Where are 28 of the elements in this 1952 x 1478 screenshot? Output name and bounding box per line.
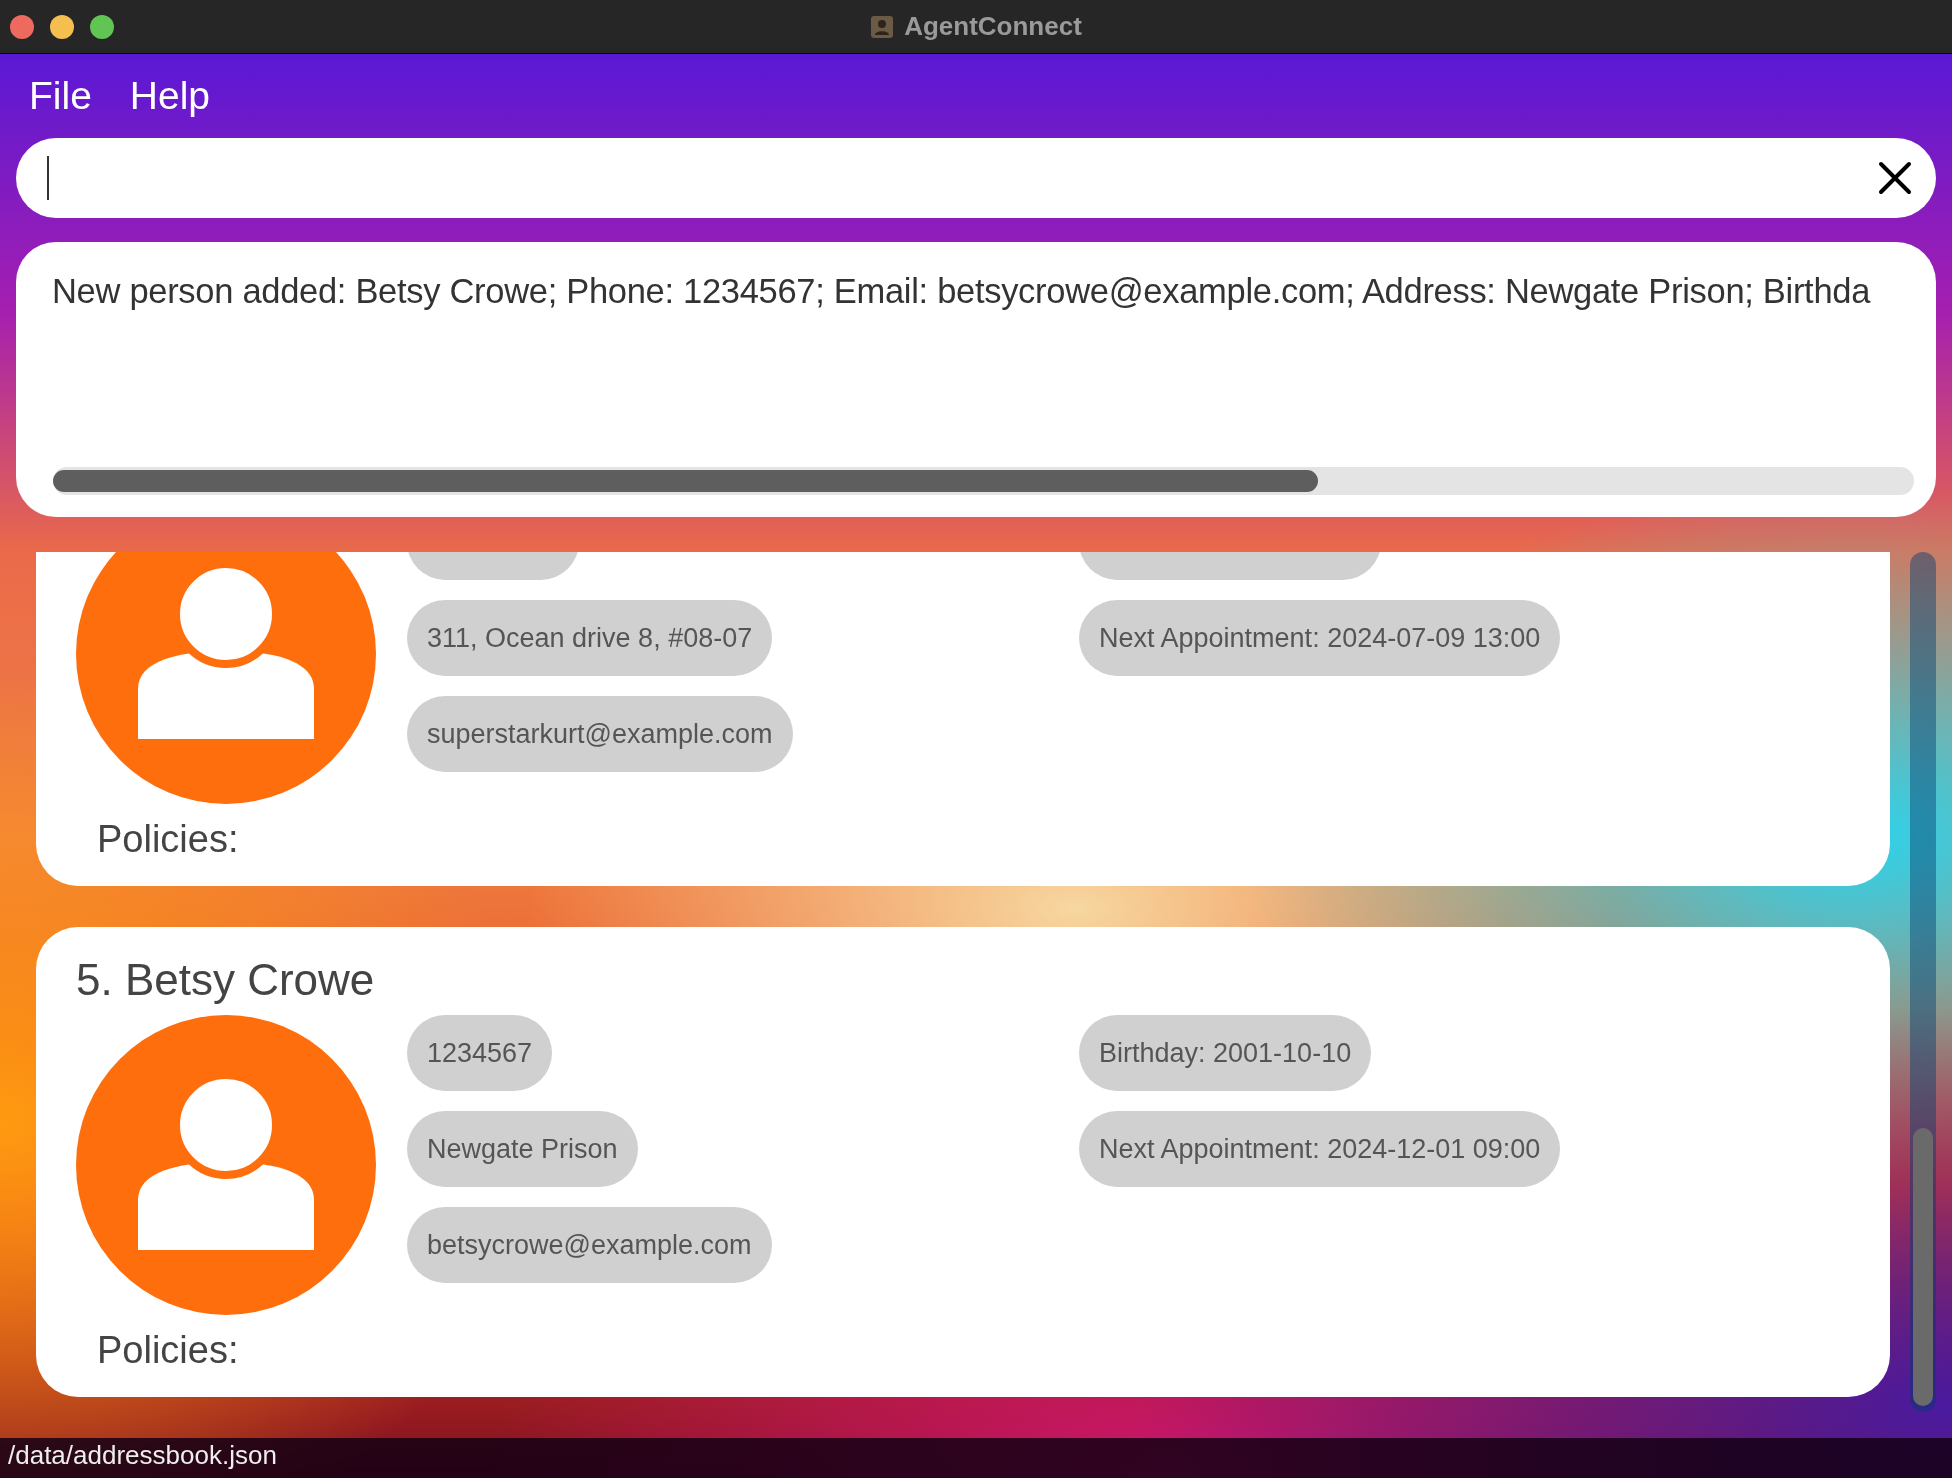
person-avatar-icon [76,1015,376,1315]
close-window-button[interactable] [10,14,34,39]
detail-tag: superstarkurt@example.com [407,696,793,772]
close-icon[interactable] [1878,161,1912,195]
menu-item[interactable]: Help [129,74,211,118]
policies-label: Policies: [97,1329,240,1372]
file-path: /data/addressbook.json [8,1440,277,1471]
policies-label: Policies: [97,818,240,861]
menu-item[interactable]: File [29,74,92,118]
detail-tag: Next Appointment: 2024-12-01 09:00 [1079,1111,1561,1187]
horizontal-scrollbar[interactable] [53,467,1914,495]
detail-tag: Birthday: 2001-10-10 [1079,1015,1372,1091]
scrollbar-thumb[interactable] [53,470,1319,492]
scrollbar-thumb[interactable] [1913,1128,1933,1406]
person-card[interactable]: 5. Betsy Crowe 1234567 Newgate Prison betsycrowe@example.com Birthday: 2001-10-10 Next Appointment: 2024-12-01 09:00 Policies: [36,927,1890,1397]
contacts-book-icon [870,14,895,39]
person-name: 5. Betsy Crowe [76,954,376,1006]
detail-tag: Next Appointment: 2024-07-09 13:00 [1079,600,1561,676]
detail-tag: betsycrowe@example.com [407,1207,772,1283]
detail-tag: Newgate Prison [407,1111,638,1187]
zoom-window-button[interactable] [90,14,114,39]
result-message: New person added: Betsy Crowe; Phone: 1234567; Email: betsycrowe@example.com; Address: Newgate Prison; Birthda [52,272,1872,312]
person-card[interactable]: 311, Ocean drive 8, #08-07 superstarkurt@example.com Next Appointment: 2024-07-09 13:00 Policies: [36,552,1890,886]
detail-tag: 311, Ocean drive 8, #08-07 [407,600,773,676]
person-avatar-icon [76,552,376,804]
window-title: AgentConnect [904,11,1082,42]
detail-tag: 1234567 [407,1015,553,1091]
minimize-window-button[interactable] [50,14,74,39]
